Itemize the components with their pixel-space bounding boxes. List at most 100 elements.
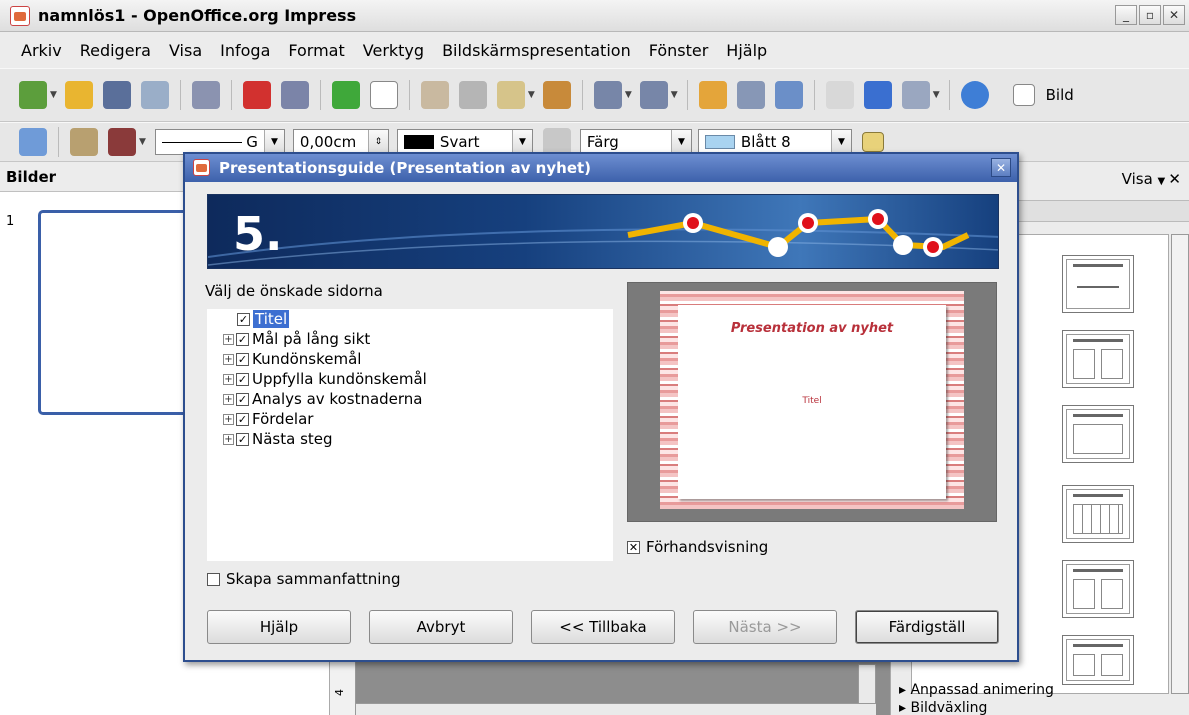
menu-hjalp[interactable]: Hjälp (717, 41, 776, 60)
grid-icon[interactable] (825, 81, 854, 109)
layout-title-text-chart[interactable] (1062, 560, 1134, 618)
new-slide-button[interactable]: Bild (1008, 84, 1074, 106)
next-button[interactable]: Nästa >> (693, 610, 837, 644)
save-icon[interactable] (102, 81, 131, 109)
layout-title-content[interactable] (1062, 405, 1134, 463)
menu-infoga[interactable]: Infoga (211, 41, 279, 60)
expand-icon[interactable]: + (223, 353, 234, 365)
checkbox-checked-icon[interactable]: ✓ (236, 432, 249, 446)
tree-item-titel[interactable]: ✓ Titel (207, 309, 613, 329)
chevron-down-icon[interactable]: ▼ (671, 90, 678, 100)
tree-item-analys-av-kostnaderna[interactable]: + ✓ Analys av kostnaderna (207, 389, 613, 409)
shadow-icon[interactable] (861, 132, 884, 152)
format-paintbrush-icon[interactable] (542, 81, 571, 109)
slide-transition-label: Bildväxling (910, 700, 988, 715)
helplines-icon[interactable] (863, 81, 892, 109)
spellcheck-icon[interactable] (331, 81, 360, 109)
redo-icon[interactable] (639, 81, 668, 109)
chevron-down-icon[interactable]: ▼ (263, 130, 284, 154)
copy-icon[interactable] (458, 81, 487, 109)
cancel-button[interactable]: Avbryt (369, 610, 513, 644)
open-folder-icon[interactable] (64, 81, 93, 109)
arrow-style-icon[interactable] (108, 128, 136, 156)
expand-icon[interactable]: + (223, 393, 234, 405)
display-grid-icon[interactable] (774, 81, 803, 109)
preview-option[interactable]: ✕ Förhandsvisning (627, 538, 768, 556)
task-pane-slide-transition[interactable]: ▸ Bildväxling (899, 700, 987, 715)
edit-file-icon[interactable] (191, 81, 220, 109)
menu-redigera[interactable]: Redigera (71, 41, 160, 60)
zoom-icon[interactable] (901, 81, 930, 109)
tree-item-mal-pa-lang-sikt[interactable]: + ✓ Mål på lång sikt (207, 329, 613, 349)
horizontal-scrollbar[interactable] (356, 703, 876, 715)
new-document-icon[interactable] (19, 81, 47, 109)
autospellcheck-icon[interactable] (369, 81, 398, 109)
print-icon[interactable] (280, 81, 309, 109)
export-pdf-icon[interactable] (242, 81, 271, 109)
layout-title-two-content[interactable] (1062, 330, 1134, 388)
checkbox-checked-icon[interactable]: ✓ (236, 412, 249, 426)
create-summary-label: Skapa sammanfattning (226, 570, 401, 588)
maximize-button[interactable]: ▫ (1139, 5, 1161, 25)
chevron-down-icon[interactable]: ▼ (528, 90, 535, 100)
menu-arkiv[interactable]: Arkiv (12, 41, 71, 60)
vertical-scrollbar[interactable] (858, 664, 876, 704)
checkbox-checked-icon[interactable]: ✓ (237, 312, 250, 326)
window-titlebar[interactable]: namnlös1 - OpenOffice.org Impress _ ▫ ✕ (0, 0, 1189, 32)
expand-icon[interactable]: + (223, 433, 234, 445)
toolbar-separator (230, 80, 232, 110)
email-document-icon[interactable] (140, 81, 169, 109)
checkbox-checked-icon[interactable]: ✓ (236, 332, 249, 346)
expand-icon[interactable]: + (223, 413, 234, 425)
task-pane-custom-animation[interactable]: ▸ Anpassad animering (899, 682, 1054, 698)
chevron-down-icon[interactable]: ▼ (50, 90, 57, 100)
paste-icon[interactable] (496, 81, 525, 109)
table-icon[interactable] (736, 81, 765, 109)
chart-icon[interactable] (698, 81, 727, 109)
chevron-down-icon[interactable]: ▼ (139, 137, 146, 147)
close-dialog-button[interactable]: ✕ (991, 158, 1011, 177)
line-icon[interactable] (70, 128, 98, 156)
menu-verktyg[interactable]: Verktyg (354, 41, 433, 60)
help-button[interactable]: Hjälp (207, 610, 351, 644)
task-pane-view-menu[interactable]: Visa ▼ ✕ (1122, 170, 1181, 188)
impress-app-icon (10, 5, 30, 26)
layout-title-table[interactable] (1062, 485, 1134, 543)
spin-arrows-icon[interactable]: ⇕ (367, 130, 388, 154)
toolbar-separator (581, 80, 583, 110)
tree-item-uppfylla-kundonskemal[interactable]: + ✓ Uppfylla kundönskemål (207, 369, 613, 389)
chevron-down-icon[interactable]: ▼ (933, 90, 940, 100)
layout-title-chart-text[interactable] (1062, 635, 1134, 685)
tree-item-kundonskemal[interactable]: + ✓ Kundönskemål (207, 349, 613, 369)
chevron-down-icon[interactable]: ▼ (625, 90, 632, 100)
create-summary-checkbox[interactable] (207, 572, 220, 586)
chevron-down-icon[interactable]: ▼ (830, 130, 851, 154)
checkbox-checked-icon[interactable]: ✓ (236, 372, 249, 386)
back-button[interactable]: << Tillbaka (531, 610, 675, 644)
menu-bildskarmspresentation[interactable]: Bildskärmspresentation (433, 41, 640, 60)
undo-icon[interactable] (593, 81, 622, 109)
line-fill-toggle-icon[interactable] (19, 128, 47, 156)
cut-icon[interactable] (420, 81, 449, 109)
menu-format[interactable]: Format (279, 41, 353, 60)
expand-icon[interactable]: + (223, 333, 234, 345)
minimize-button[interactable]: _ (1115, 5, 1137, 25)
preview-checkbox[interactable]: ✕ (627, 540, 640, 554)
help-icon[interactable] (960, 81, 989, 109)
dialog-titlebar[interactable]: Presentationsguide (Presentation av nyhe… (185, 154, 1017, 182)
layouts-scrollbar[interactable] (1171, 234, 1189, 694)
close-window-button[interactable]: ✕ (1163, 5, 1185, 25)
tree-item-nasta-steg[interactable]: + ✓ Nästa steg (207, 429, 613, 449)
tree-item-fordelar[interactable]: + ✓ Fördelar (207, 409, 613, 429)
checkbox-checked-icon[interactable]: ✓ (236, 392, 249, 406)
chevron-down-icon[interactable]: ▼ (511, 130, 532, 154)
menu-visa[interactable]: Visa (160, 41, 211, 60)
menu-fonster[interactable]: Fönster (640, 41, 718, 60)
expand-icon[interactable]: + (223, 373, 234, 385)
checkbox-checked-icon[interactable]: ✓ (236, 352, 249, 366)
create-summary-option[interactable]: Skapa sammanfattning (207, 570, 401, 588)
layout-title-slide[interactable] (1062, 255, 1134, 313)
close-icon[interactable]: ✕ (1168, 170, 1181, 188)
finish-button[interactable]: Färdigställ (855, 610, 999, 644)
chevron-down-icon[interactable]: ▼ (670, 130, 691, 154)
